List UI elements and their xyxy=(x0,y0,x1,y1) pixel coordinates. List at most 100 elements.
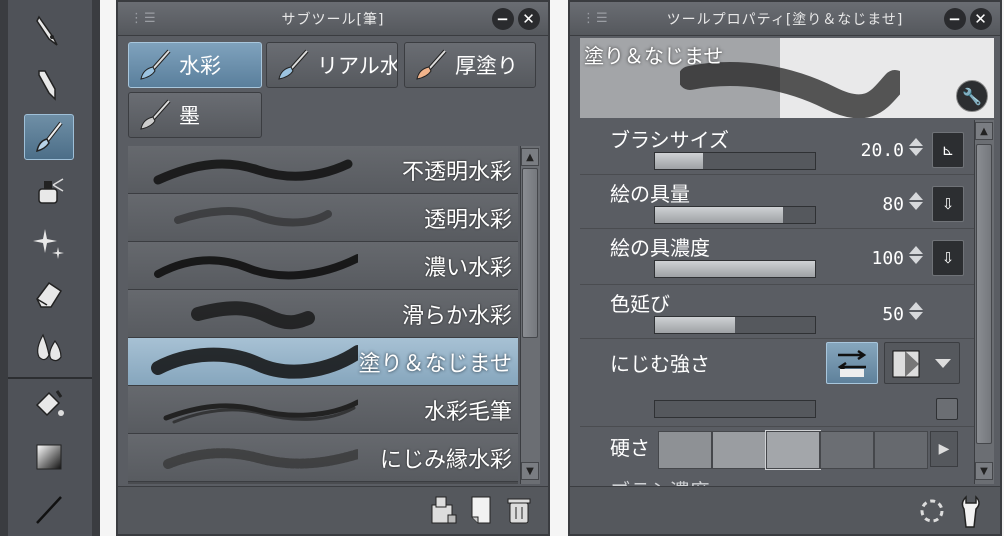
property-value[interactable]: 100 xyxy=(854,248,904,269)
brush-size-slider[interactable] xyxy=(654,152,816,170)
brush-stroke-preview xyxy=(154,254,358,280)
hardness-level-2[interactable] xyxy=(712,431,766,469)
scroll-up-arrow-icon[interactable]: ▲ xyxy=(975,122,993,140)
divider xyxy=(580,174,982,175)
property-value[interactable]: 20.0 xyxy=(854,140,904,161)
blur-mode-toggle[interactable] xyxy=(826,342,878,384)
tool-property-panel-title: ツールプロパティ[塗り＆なじませ] xyxy=(666,11,904,28)
blur-mode-dropdown[interactable] xyxy=(884,342,960,384)
hardness-level-1[interactable] xyxy=(658,431,712,469)
list-item[interactable]: 透明水彩 xyxy=(128,194,518,242)
gradient-icon xyxy=(36,444,62,470)
list-item[interactable]: にじみ縁水彩 xyxy=(128,434,518,482)
scroll-up-arrow-icon[interactable]: ▲ xyxy=(521,148,539,166)
blend-tool-button[interactable] xyxy=(24,324,74,370)
brush-tool-button[interactable] xyxy=(24,114,74,160)
slider-fill xyxy=(655,153,703,169)
close-button[interactable]: ✕ xyxy=(518,8,540,30)
subtool-title-bar[interactable]: ⋮☰ サブツール[筆] − ✕ xyxy=(118,2,548,36)
hardness-next-button[interactable]: ▶ xyxy=(930,431,958,467)
property-value[interactable]: 80 xyxy=(854,194,904,215)
new-subtool-icon[interactable] xyxy=(466,493,496,527)
panel-menu-icon[interactable]: ⋮☰ xyxy=(582,11,609,26)
property-value[interactable]: 50 xyxy=(854,304,904,325)
list-item[interactable]: 塗り＆なじませ xyxy=(128,338,518,386)
property-label: 絵の具濃度 xyxy=(610,236,710,260)
eraser-tool-button[interactable] xyxy=(24,272,74,318)
pencil-tool-button[interactable] xyxy=(24,62,74,108)
pressure-setting-button[interactable]: ⇩ xyxy=(932,240,964,276)
fill-tool-button[interactable] xyxy=(24,382,74,428)
tool-property-title-bar[interactable]: ⋮☰ ツールプロパティ[塗り＆なじませ] − ✕ xyxy=(570,2,1000,36)
tool-palette-edge xyxy=(0,0,8,536)
divider xyxy=(580,284,982,285)
tab-impasto[interactable]: 厚塗り xyxy=(404,42,536,88)
pressure-setting-button[interactable]: ⇩ xyxy=(932,186,964,222)
brush-list: 不透明水彩 透明水彩 濃い水彩 滑らか水彩 塗り＆なじませ 水彩毛筆 にじみ縁水… xyxy=(128,146,518,484)
minimize-button[interactable]: − xyxy=(944,8,966,30)
minimize-button[interactable]: − xyxy=(492,8,514,30)
brush-tab-icon xyxy=(140,49,171,80)
hardness-level-5[interactable] xyxy=(874,431,928,469)
close-button[interactable]: ✕ xyxy=(970,8,992,30)
brush-tab-icon xyxy=(140,99,171,130)
paint-amount-slider[interactable] xyxy=(654,206,816,224)
property-label: にじむ強さ xyxy=(610,352,710,376)
tab-ink[interactable]: 墨 xyxy=(128,92,262,138)
blur-strength-slider[interactable] xyxy=(654,400,816,418)
line-tool-button[interactable] xyxy=(24,486,74,532)
copy-subtool-icon[interactable] xyxy=(426,493,458,527)
spin-buttons[interactable] xyxy=(908,190,924,218)
tool-palette xyxy=(0,0,100,536)
scroll-thumb[interactable] xyxy=(522,168,538,338)
trash-icon[interactable] xyxy=(504,493,534,527)
tab-label: 厚塗り xyxy=(455,54,518,78)
list-item[interactable]: 滑らか水彩 xyxy=(128,290,518,338)
pressure-graph-button[interactable]: ⊾ xyxy=(932,132,964,168)
spin-buttons[interactable] xyxy=(908,300,924,328)
list-item[interactable]: 不透明水彩 xyxy=(128,146,518,194)
property-label: ブラシサイズ xyxy=(610,128,729,152)
water-drops-icon xyxy=(37,333,62,362)
pen-tool-button[interactable] xyxy=(24,8,74,54)
pressure-icon: ⇩ xyxy=(941,195,955,213)
tool-settings-wrench-button[interactable]: 🔧 xyxy=(956,80,988,112)
divider xyxy=(580,426,982,427)
list-item[interactable]: 水彩毛筆 xyxy=(128,386,518,434)
tool-property-panel: ⋮☰ ツールプロパティ[塗り＆なじませ] − ✕ 塗り＆なじませ 🔧 ブラシサイ… xyxy=(568,0,1002,536)
scroll-thumb[interactable] xyxy=(976,144,992,444)
tool-property-bottom-bar xyxy=(570,486,1000,534)
tab-real-watercolor[interactable]: リアル水 xyxy=(266,42,398,88)
property-scrollbar[interactable]: ▲ ▼ xyxy=(974,120,994,484)
brush-stroke-preview xyxy=(163,448,358,469)
airbrush-tool-button[interactable] xyxy=(24,168,74,214)
spin-buttons[interactable] xyxy=(908,244,924,272)
slider-fill xyxy=(655,207,783,223)
wrench-icon[interactable] xyxy=(956,493,990,529)
paint-density-slider[interactable] xyxy=(654,260,816,278)
blur-checkbox[interactable] xyxy=(936,398,958,420)
hardness-level-4[interactable] xyxy=(820,431,874,469)
pen-nib-icon xyxy=(36,15,58,46)
divider xyxy=(580,338,982,339)
brush-name: にじみ縁水彩 xyxy=(379,448,512,473)
tab-watercolor[interactable]: 水彩 xyxy=(128,42,262,88)
sparkle-icon xyxy=(33,229,64,259)
hardness-level-3[interactable] xyxy=(765,430,821,470)
decoration-tool-button[interactable] xyxy=(24,220,74,266)
brush-preview: 塗り＆なじませ 🔧 xyxy=(580,38,994,118)
scroll-down-arrow-icon[interactable]: ▼ xyxy=(521,462,539,480)
brush-stroke-preview xyxy=(151,345,358,379)
wrench-icon: 🔧 xyxy=(962,86,982,106)
reset-icon[interactable] xyxy=(916,495,948,527)
gradient-tool-button[interactable] xyxy=(24,434,74,480)
tool-palette-edge xyxy=(92,0,100,536)
paintbrush-icon xyxy=(36,121,63,153)
color-stretch-slider[interactable] xyxy=(654,316,816,334)
panel-menu-icon[interactable]: ⋮☰ xyxy=(130,11,157,26)
scroll-down-arrow-icon[interactable]: ▼ xyxy=(975,462,993,480)
brush-list-scrollbar[interactable]: ▲ ▼ xyxy=(520,146,540,484)
property-label: 絵の具量 xyxy=(610,182,690,206)
list-item[interactable]: 濃い水彩 xyxy=(128,242,518,290)
spin-buttons[interactable] xyxy=(908,136,924,164)
